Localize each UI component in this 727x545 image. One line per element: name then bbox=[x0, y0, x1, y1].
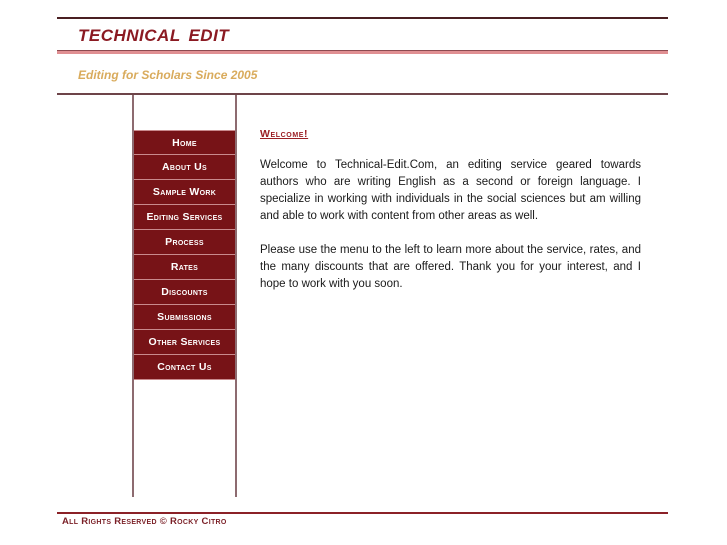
welcome-paragraph-1: Welcome to Technical-Edit.Com, an editin… bbox=[260, 159, 641, 222]
welcome-heading: Welcome! bbox=[260, 128, 309, 140]
sidebar-item-rates[interactable]: Rates bbox=[134, 255, 235, 280]
site-tagline: Editing for Scholars Since 2005 bbox=[78, 68, 258, 82]
footer-copyright: All Rights Reserved © Rocky Citro bbox=[62, 516, 227, 527]
sidebar-item-process[interactable]: Process bbox=[134, 230, 235, 255]
header-pink-rule bbox=[57, 50, 668, 54]
sidebar-item-submissions[interactable]: Submissions bbox=[134, 305, 235, 330]
site-title-word-1: TECHNICAL bbox=[78, 26, 181, 45]
welcome-paragraph-2: Please use the menu to the left to learn… bbox=[260, 244, 641, 290]
header-bottom-rule bbox=[57, 93, 668, 95]
header-pink-rule-light bbox=[57, 51, 668, 54]
sidebar-item-about-us[interactable]: About Us bbox=[134, 155, 235, 180]
sidebar-item-home[interactable]: Home bbox=[134, 130, 235, 155]
site-title: TECHNICAL EDIT bbox=[78, 26, 229, 46]
site-title-word-2: EDIT bbox=[188, 26, 230, 45]
sidebar-item-contact-us[interactable]: Contact Us bbox=[134, 355, 235, 380]
header-top-rule bbox=[57, 17, 668, 19]
sidebar-item-discounts[interactable]: Discounts bbox=[134, 280, 235, 305]
sidebar-item-other-services[interactable]: Other Services bbox=[134, 330, 235, 355]
sidebar-nav: Home About Us Sample Work Editing Servic… bbox=[134, 130, 235, 380]
sidebar-item-sample-work[interactable]: Sample Work bbox=[134, 180, 235, 205]
page-root: TECHNICAL EDIT Editing for Scholars Sinc… bbox=[0, 0, 727, 545]
sidebar-item-editing-services[interactable]: Editing Services bbox=[134, 205, 235, 230]
main-content: Welcome! Welcome to Technical-Edit.Com, … bbox=[260, 124, 641, 293]
sidebar-right-rule bbox=[235, 95, 237, 497]
footer-rule bbox=[57, 512, 668, 514]
